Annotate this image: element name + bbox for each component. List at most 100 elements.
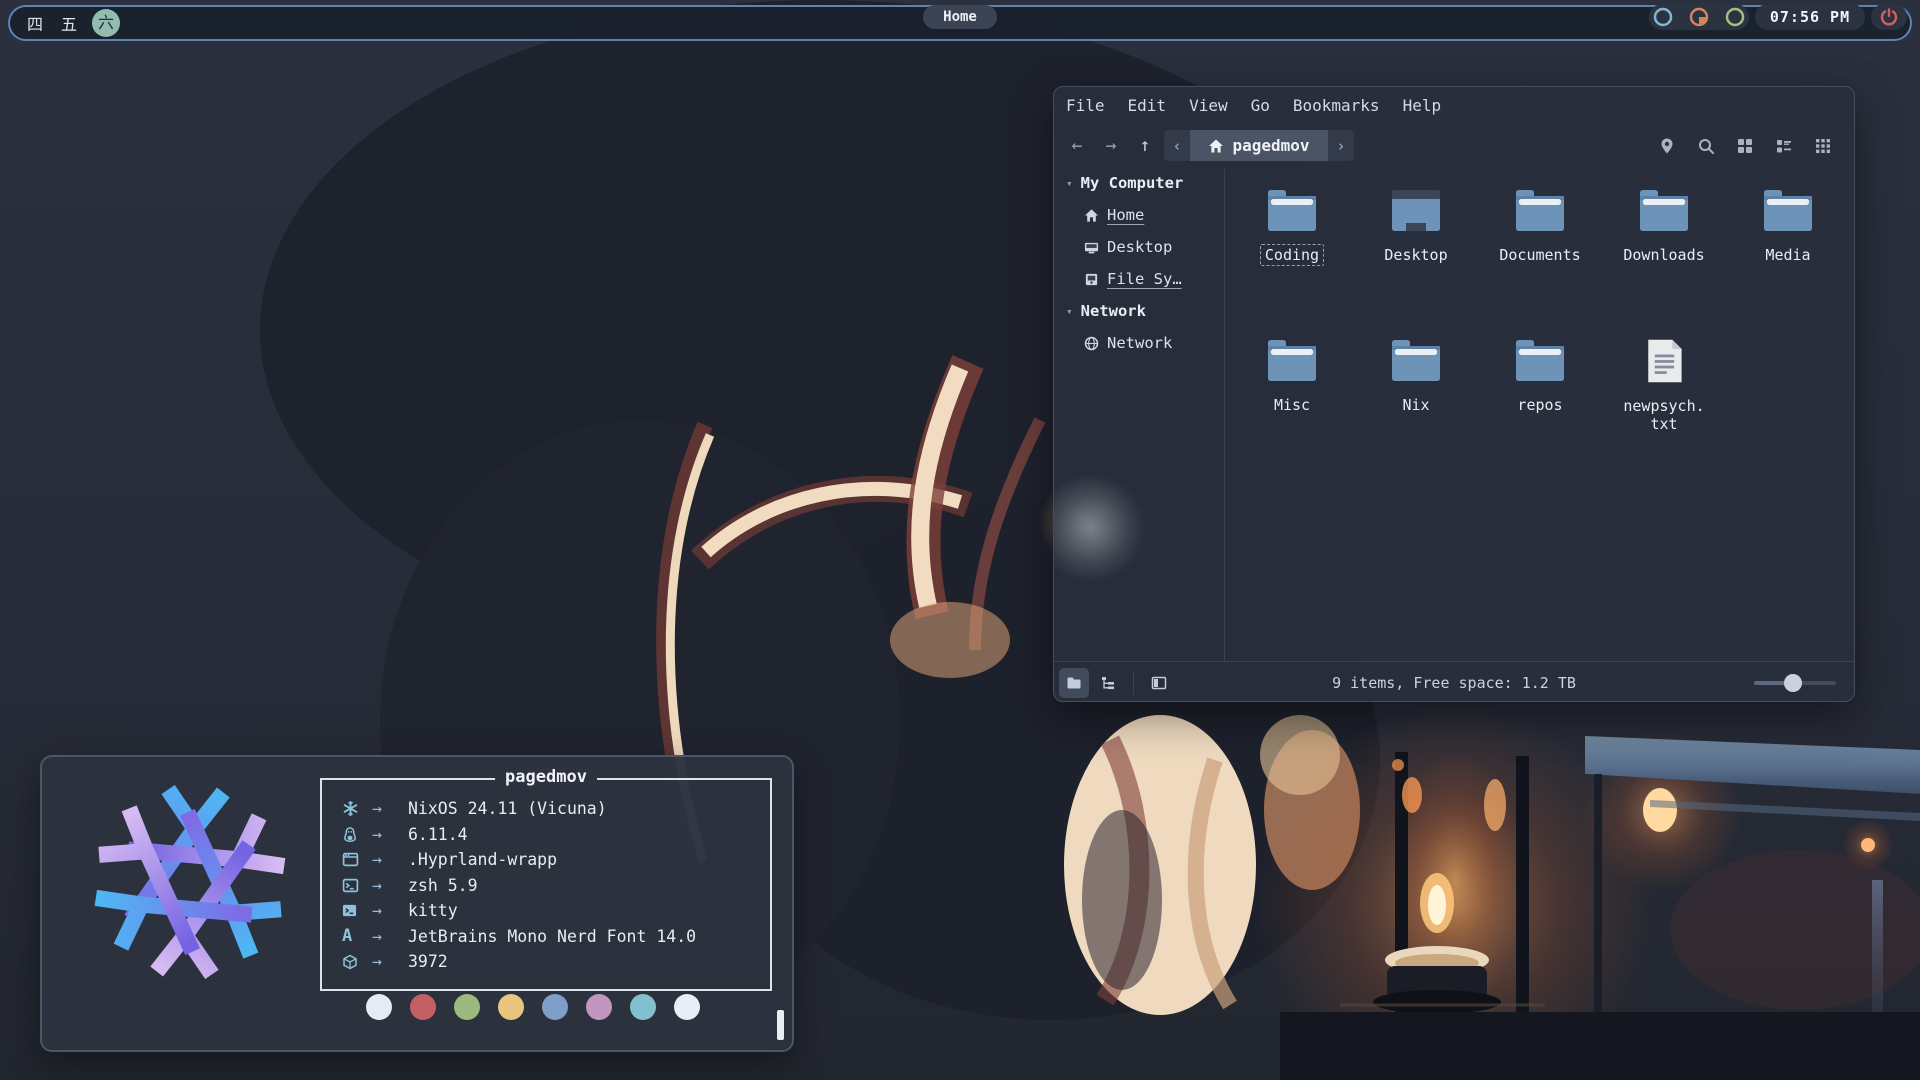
file-item-documents[interactable]: Documents bbox=[1478, 183, 1602, 331]
linux-icon bbox=[342, 826, 358, 843]
file-manager-window: File Edit View Go Bookmarks Help ← → ↑ ‹… bbox=[1053, 86, 1855, 702]
sidebar-section-my-computer[interactable]: ▾ My Computer bbox=[1054, 167, 1224, 199]
file-item-downloads[interactable]: Downloads bbox=[1602, 183, 1726, 331]
workspace-6-active[interactable]: 六 bbox=[92, 9, 120, 37]
folder-icon bbox=[1389, 337, 1443, 384]
fetch-row-shell: → zsh 5.9 bbox=[342, 873, 770, 899]
power-button[interactable] bbox=[1871, 4, 1907, 30]
clock: 07:56 PM bbox=[1755, 4, 1865, 30]
file-item-coding[interactable]: Coding bbox=[1230, 183, 1354, 331]
list-view-icon[interactable] bbox=[1775, 137, 1793, 155]
file-label: repos bbox=[1512, 394, 1567, 416]
file-item-nix[interactable]: Nix bbox=[1354, 333, 1478, 481]
up-arrow-icon: ↑ bbox=[1140, 135, 1151, 156]
menu-help[interactable]: Help bbox=[1403, 96, 1442, 115]
palette-dot-6 bbox=[630, 994, 656, 1020]
palette-dot-5 bbox=[586, 994, 612, 1020]
tray-circle-blue-icon[interactable] bbox=[1652, 6, 1674, 28]
folder-icon bbox=[1513, 337, 1567, 384]
terminal-color-palette bbox=[366, 994, 700, 1020]
nixos-logo bbox=[90, 782, 290, 982]
power-icon bbox=[1879, 7, 1899, 27]
fetch-row-packages: → 3972 bbox=[342, 949, 770, 975]
fetch-value: 6.11.4 bbox=[408, 825, 468, 844]
file-item-newpsych-txt[interactable]: newpsych.txt bbox=[1602, 333, 1726, 481]
sidebar-item-label: Desktop bbox=[1107, 238, 1172, 256]
file-item-desktop[interactable]: Desktop bbox=[1354, 183, 1478, 331]
text-file-icon bbox=[1639, 337, 1689, 385]
back-button[interactable]: ← bbox=[1060, 130, 1094, 160]
collapse-icon: ▾ bbox=[1066, 177, 1073, 190]
folder-icon bbox=[1513, 187, 1567, 234]
icon-view-icon[interactable] bbox=[1736, 137, 1754, 155]
arrow-icon: → bbox=[372, 825, 408, 844]
terminal-window: pagedmov → NixOS 24.11 (Vicuna) → 6.11.4… bbox=[40, 755, 794, 1052]
font-icon: A bbox=[342, 926, 352, 946]
forward-button[interactable]: → bbox=[1094, 130, 1128, 160]
arrow-icon: → bbox=[372, 952, 408, 971]
file-grid: Coding Desktop Documents Downloads Media… bbox=[1230, 183, 1850, 503]
file-label: Nix bbox=[1397, 394, 1434, 416]
tray-circle-orange-icon[interactable] bbox=[1688, 6, 1710, 28]
filesystem-icon bbox=[1084, 272, 1099, 287]
menu-view[interactable]: View bbox=[1189, 96, 1228, 115]
folder-icon bbox=[1761, 187, 1815, 234]
location-pin-icon[interactable] bbox=[1658, 137, 1676, 155]
active-window-title: Home bbox=[923, 5, 997, 29]
fastfetch-panel: pagedmov → NixOS 24.11 (Vicuna) → 6.11.4… bbox=[320, 778, 772, 991]
file-label: Downloads bbox=[1618, 244, 1709, 266]
palette-dot-3 bbox=[498, 994, 524, 1020]
fetch-row-font: A → JetBrains Mono Nerd Font 14.0 bbox=[342, 924, 770, 950]
file-label: newpsych.txt bbox=[1618, 395, 1710, 435]
path-scroll-left[interactable]: ‹ bbox=[1164, 137, 1190, 155]
fetch-row-os: → NixOS 24.11 (Vicuna) bbox=[342, 796, 770, 822]
file-item-misc[interactable]: Misc bbox=[1230, 333, 1354, 481]
file-item-repos[interactable]: repos bbox=[1478, 333, 1602, 481]
workspace-5[interactable]: 五 bbox=[58, 11, 80, 35]
status-text: 9 items, Free space: 1.2 TB bbox=[1054, 674, 1854, 692]
folder-icon bbox=[1265, 187, 1319, 234]
search-icon[interactable] bbox=[1697, 137, 1715, 155]
places-sidebar: ▾ My Computer Home Desktop File Sy… ▾ Ne… bbox=[1054, 167, 1224, 661]
icon-size-slider[interactable] bbox=[1754, 681, 1836, 685]
fetch-value: NixOS 24.11 (Vicuna) bbox=[408, 799, 607, 818]
nix-icon bbox=[342, 800, 359, 817]
fetch-row-terminal: → kitty bbox=[342, 898, 770, 924]
arrow-icon: → bbox=[372, 901, 408, 920]
sidebar-item-label: Home bbox=[1107, 206, 1144, 224]
tray-circle-green-icon[interactable] bbox=[1724, 6, 1746, 28]
menu-edit[interactable]: Edit bbox=[1128, 96, 1167, 115]
folder-icon bbox=[1637, 187, 1691, 234]
up-button[interactable]: ↑ bbox=[1128, 130, 1162, 160]
compact-view-icon[interactable] bbox=[1814, 137, 1832, 155]
sidebar-item-network[interactable]: Network bbox=[1054, 327, 1224, 359]
home-icon bbox=[1208, 138, 1224, 154]
sidebar-section-network[interactable]: ▾ Network bbox=[1054, 295, 1224, 327]
palette-dot-4 bbox=[542, 994, 568, 1020]
fetch-hostname: pagedmov bbox=[495, 767, 597, 787]
palette-dot-2 bbox=[454, 994, 480, 1020]
menu-go[interactable]: Go bbox=[1251, 96, 1270, 115]
menu-bookmarks[interactable]: Bookmarks bbox=[1293, 96, 1380, 115]
slider-handle[interactable] bbox=[1784, 674, 1802, 692]
file-label: Documents bbox=[1494, 244, 1585, 266]
path-scroll-right[interactable]: › bbox=[1328, 137, 1354, 155]
arrow-icon: → bbox=[372, 799, 408, 818]
sidebar-item-filesystem[interactable]: File Sy… bbox=[1054, 263, 1224, 295]
file-label: Coding bbox=[1260, 244, 1324, 266]
sidebar-item-desktop[interactable]: Desktop bbox=[1054, 231, 1224, 263]
file-label: Media bbox=[1760, 244, 1815, 266]
breadcrumb-label: pagedmov bbox=[1232, 136, 1309, 155]
file-item-media[interactable]: Media bbox=[1726, 183, 1850, 331]
package-icon bbox=[342, 954, 358, 970]
window-icon bbox=[342, 851, 359, 868]
back-arrow-icon: ← bbox=[1072, 135, 1083, 156]
palette-dot-7 bbox=[674, 994, 700, 1020]
workspace-4[interactable]: 四 bbox=[24, 11, 46, 35]
palette-dot-1 bbox=[410, 994, 436, 1020]
arrow-icon: → bbox=[372, 876, 408, 895]
breadcrumb-home-tab[interactable]: pagedmov bbox=[1190, 130, 1328, 161]
menu-file[interactable]: File bbox=[1066, 96, 1105, 115]
terminal-icon bbox=[342, 903, 357, 918]
sidebar-item-home[interactable]: Home bbox=[1054, 199, 1224, 231]
